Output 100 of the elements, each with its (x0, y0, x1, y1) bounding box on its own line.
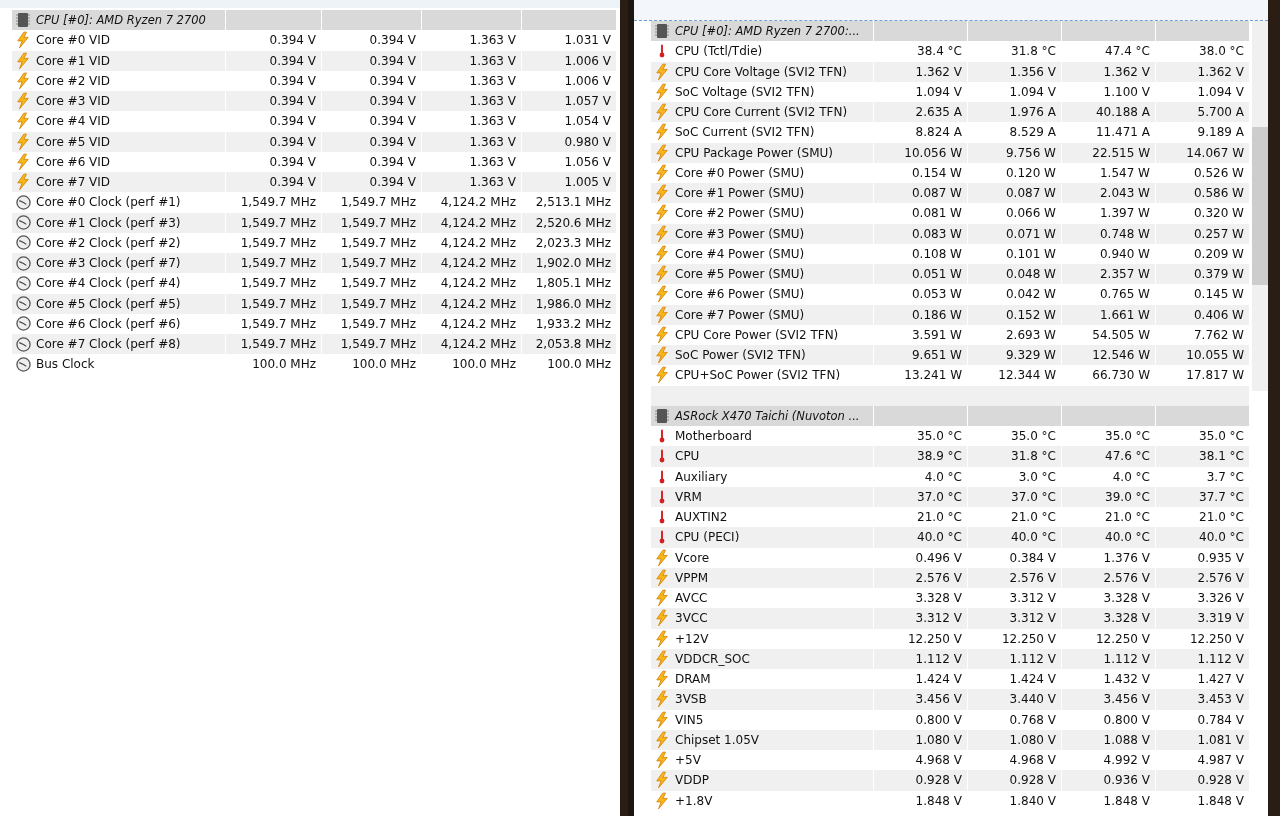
sensor-name: +12V (674, 631, 710, 646)
sensor-value: 1.397 W (1099, 206, 1150, 221)
lightning-icon (655, 123, 669, 142)
lightning-icon (16, 92, 30, 111)
sensor-name: Core #2 Clock (perf #2) (35, 235, 182, 250)
sensor-value: 38.0 °C (1199, 44, 1244, 59)
sensor-name: Core #6 Clock (perf #6) (35, 316, 182, 331)
sensor-name: Core #3 VID (35, 94, 112, 109)
sensor-value: 3.328 V (1103, 611, 1150, 626)
sensor-name: Core #2 Power (SMU) (674, 206, 806, 221)
sensor-value: 3.312 V (915, 611, 962, 626)
sensor-name: Core #6 VID (35, 154, 112, 169)
lightning-icon (655, 204, 669, 223)
sensor-name: CPU (Tctl/Tdie) (674, 44, 764, 59)
lightning-icon (655, 710, 669, 729)
sensor-name: AUXTIN2 (674, 510, 729, 525)
sensor-value: 1.112 V (1009, 651, 1056, 666)
sensor-value: 14.067 W (1186, 145, 1244, 160)
sensor-value: 1.661 W (1099, 307, 1150, 322)
sensor-value: 0.101 W (1005, 246, 1056, 261)
sensor-value: 2.357 W (1099, 267, 1150, 282)
sensor-value: 0.108 W (911, 246, 962, 261)
clock-icon (15, 235, 31, 251)
sensor-value: 12.250 V (908, 631, 962, 646)
sensor-value: 1,986.0 MHz (535, 296, 611, 311)
sensor-value: 2,053.8 MHz (535, 337, 611, 352)
sensor-value: 4.992 V (1103, 753, 1150, 768)
sensor-name: CPU (674, 449, 701, 464)
clock-icon (15, 316, 31, 332)
sensor-name: Core #2 VID (35, 73, 112, 88)
chip-icon (15, 12, 31, 29)
lightning-icon (16, 132, 30, 151)
sensor-value: 12.250 V (1190, 631, 1244, 646)
sensor-value: 0.394 V (269, 33, 316, 48)
sensor-value: 0.394 V (369, 175, 416, 190)
sensor-value: 1.424 V (915, 672, 962, 687)
lightning-icon (655, 163, 669, 182)
sensor-value: 1.112 V (915, 651, 962, 666)
sensor-value: 31.8 °C (1011, 449, 1056, 464)
sensor-value: 9.329 W (1005, 348, 1056, 363)
sensor-value: 2.043 W (1099, 186, 1150, 201)
lightning-icon (655, 771, 669, 790)
sensor-value: 3.328 V (1103, 591, 1150, 606)
sensor-value: 1,549.7 MHz (240, 296, 316, 311)
sensor-name: Bus Clock (35, 357, 96, 372)
scrollbar-thumb[interactable] (1252, 127, 1268, 285)
sensor-value: 4,124.2 MHz (440, 235, 516, 250)
sensor-value: 11.471 A (1096, 125, 1150, 140)
sensor-value: 3.328 V (915, 591, 962, 606)
sensor-name: CPU (PECI) (674, 530, 741, 545)
sensor-name: VPPM (674, 570, 710, 585)
sensor-value: 7.762 W (1193, 327, 1244, 342)
sensor-value: 1.848 V (1103, 793, 1150, 808)
sensor-value: 1,549.7 MHz (340, 316, 416, 331)
sensor-value: 0.394 V (369, 53, 416, 68)
lightning-icon (655, 265, 669, 284)
sensor-name: VRM (674, 489, 703, 504)
sensor-name: Core #0 VID (35, 33, 112, 48)
sensor-name: Core #4 Power (SMU) (674, 246, 806, 261)
sensor-value: 0.406 W (1193, 307, 1244, 322)
sensor-value: 0.394 V (269, 134, 316, 149)
sensor-name: Core #5 Clock (perf #5) (35, 296, 182, 311)
sensor-value: 4,124.2 MHz (440, 256, 516, 271)
sensor-value: 3.456 V (915, 692, 962, 707)
lightning-icon (655, 224, 669, 243)
sensor-value: 21.0 °C (1105, 510, 1150, 525)
sensor-value: 1.848 V (915, 793, 962, 808)
sensor-name: Motherboard (674, 429, 753, 444)
sensor-value: 4,124.2 MHz (440, 276, 516, 291)
sensor-value: 54.505 W (1092, 327, 1150, 342)
sensor-name: 3VSB (674, 692, 708, 707)
sensor-value: 1.427 V (1197, 672, 1244, 687)
sensor-value: 0.394 V (369, 33, 416, 48)
chip-icon (654, 23, 670, 40)
sensor-value: 9.651 W (911, 348, 962, 363)
sensor-value: 0.384 V (1009, 550, 1056, 565)
sensor-value: 1,549.7 MHz (340, 256, 416, 271)
sensor-value: 5.700 A (1197, 105, 1244, 120)
lightning-icon (655, 346, 669, 365)
sensor-value: 4.0 °C (1112, 469, 1150, 484)
thermometer-icon (658, 488, 666, 505)
sensor-value: 0.526 W (1193, 165, 1244, 180)
lightning-icon (16, 51, 30, 70)
sensor-value: 1.112 V (1197, 651, 1244, 666)
sensor-name: Vcore (674, 550, 711, 565)
sensor-value: 0.800 V (915, 712, 962, 727)
sensor-name: Auxiliary (674, 469, 729, 484)
sensor-value: 0.152 W (1005, 307, 1056, 322)
scrollbar[interactable] (1252, 21, 1268, 391)
lightning-icon (655, 568, 669, 587)
lightning-icon (655, 244, 669, 263)
sensor-value: 3.456 V (1103, 692, 1150, 707)
sensor-value: 0.394 V (369, 114, 416, 129)
thermometer-icon (658, 529, 666, 546)
sensor-value: 1,933.2 MHz (535, 316, 611, 331)
sensor-value: 0.394 V (269, 73, 316, 88)
sensor-value: 4.968 V (1009, 753, 1056, 768)
sensor-name: VDDCR_SOC (674, 651, 751, 666)
sensor-name: SoC Current (SVI2 TFN) (674, 125, 816, 140)
sensor-value: 1.054 V (564, 114, 611, 129)
